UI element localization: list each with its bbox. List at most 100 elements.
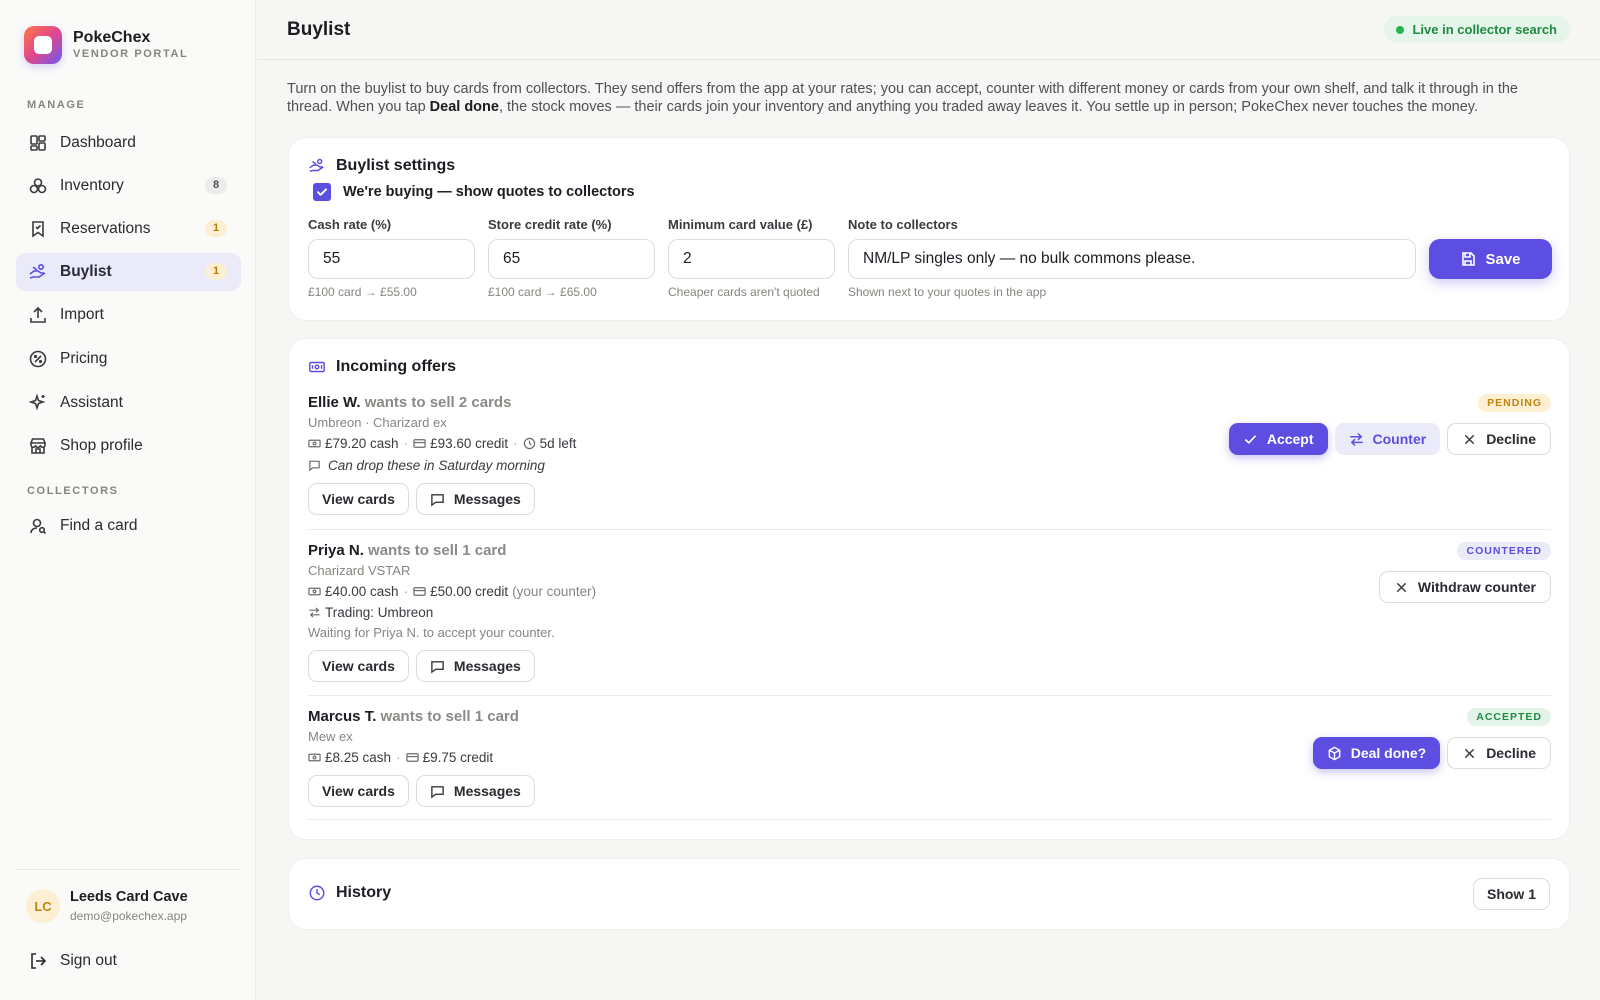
reservations-count-badge: 1 bbox=[205, 220, 227, 237]
brand-subtitle: VENDOR PORTAL bbox=[73, 48, 189, 60]
user-name: Leeds Card Cave bbox=[70, 889, 188, 905]
offer-money: £40.00 cash · £50.00 credit (your counte… bbox=[308, 583, 1551, 600]
save-button[interactable]: Save bbox=[1429, 239, 1552, 279]
user-account[interactable]: LC Leeds Card Cave demo@pokechex.app bbox=[26, 889, 188, 923]
offer-time-left: 5d left bbox=[539, 436, 577, 451]
sidebar-item-dashboard[interactable]: Dashboard bbox=[16, 124, 241, 162]
decline-button[interactable]: Decline bbox=[1447, 737, 1551, 769]
sidebar-item-buylist[interactable]: Buylist 1 bbox=[16, 253, 241, 291]
avatar: LC bbox=[26, 889, 60, 923]
message-icon bbox=[431, 493, 444, 507]
withdraw-counter-button[interactable]: Withdraw counter bbox=[1378, 571, 1551, 603]
sidebar-item-reservations[interactable]: Reservations 1 bbox=[16, 210, 241, 248]
nav-section-manage: MANAGE bbox=[27, 99, 86, 111]
settings-title: Buylist settings bbox=[336, 157, 456, 174]
user-email: demo@pokechex.app bbox=[70, 909, 187, 923]
field-help: Shown next to your quotes in the app bbox=[848, 285, 1047, 299]
sidebar-item-label: Dashboard bbox=[60, 134, 136, 151]
withdraw-label: Withdraw counter bbox=[1417, 579, 1536, 595]
buylist-count-badge: 1 bbox=[205, 263, 227, 280]
offer-item: Priya N. wants to sell 1 card Charizard … bbox=[308, 542, 1551, 682]
field-label: Cash rate (%) bbox=[308, 217, 392, 232]
note-input[interactable] bbox=[848, 239, 1416, 279]
waiting-text: Waiting for Priya N. to accept your coun… bbox=[308, 625, 555, 640]
counter-button[interactable]: Counter bbox=[1334, 423, 1441, 455]
offer-trading: Trading: Umbreon bbox=[308, 604, 1551, 621]
view-cards-button[interactable]: View cards bbox=[308, 483, 409, 515]
sidebar-item-label: Pricing bbox=[60, 350, 108, 367]
credit-card-icon bbox=[405, 753, 419, 762]
offer-credit: £93.60 credit bbox=[430, 436, 509, 451]
close-icon bbox=[1396, 582, 1406, 592]
cash-rate-input[interactable] bbox=[308, 239, 475, 279]
offer-actions: Accept Counter Decline bbox=[1222, 423, 1551, 455]
accept-button[interactable]: Accept bbox=[1228, 423, 1328, 455]
seller-name: Marcus T. bbox=[308, 708, 377, 725]
credit-card-icon bbox=[413, 587, 426, 596]
deal-done-label: Deal done? bbox=[1350, 745, 1427, 761]
offers-title: Incoming offers bbox=[336, 358, 457, 375]
decline-label: Decline bbox=[1486, 431, 1536, 447]
sidebar-item-label: Import bbox=[60, 306, 104, 323]
buylist-settings-card: Buylist settings We're buying — show quo… bbox=[288, 137, 1570, 321]
offer-title: Ellie W. wants to sell 2 cards bbox=[308, 394, 1551, 412]
status-badge: COUNTERED bbox=[1457, 542, 1551, 560]
min-value-input[interactable] bbox=[668, 239, 835, 279]
nav-section-collectors: COLLECTORS bbox=[27, 485, 119, 497]
view-cards-button[interactable]: View cards bbox=[308, 650, 409, 682]
buying-checkbox[interactable] bbox=[313, 183, 331, 201]
buying-label: We're buying — show quotes to collectors bbox=[343, 184, 635, 200]
offer-action: wants to sell 2 cards bbox=[364, 394, 512, 411]
field-label: Note to collectors bbox=[848, 217, 958, 232]
upload-icon bbox=[30, 306, 46, 323]
brand[interactable]: PokeChex VENDOR PORTAL bbox=[24, 26, 188, 64]
show-history-button[interactable]: Show 1 bbox=[1472, 878, 1550, 910]
field-label: Minimum card value (£) bbox=[668, 217, 813, 232]
messages-label: Messages bbox=[453, 783, 521, 799]
view-cards-button[interactable]: View cards bbox=[308, 775, 409, 807]
offer-action: wants to sell 1 card bbox=[368, 542, 507, 559]
note-field: Note to collectors Shown next to your qu… bbox=[848, 217, 1416, 299]
status-badge: Live in collector search bbox=[1384, 16, 1570, 43]
field-help: Cheaper cards aren't quoted bbox=[668, 285, 820, 299]
sign-out-icon bbox=[31, 953, 47, 969]
sparkles-icon bbox=[28, 393, 46, 411]
offer-divider bbox=[308, 819, 1551, 820]
swap-arrows-icon bbox=[1349, 432, 1363, 446]
deal-done-button[interactable]: Deal done? bbox=[1312, 737, 1441, 769]
offer-cards: Charizard VSTAR bbox=[308, 563, 411, 578]
messages-label: Messages bbox=[453, 658, 521, 674]
hand-coins-icon bbox=[29, 263, 46, 279]
sign-out-button[interactable]: Sign out bbox=[28, 951, 117, 971]
credit-card-icon bbox=[413, 439, 426, 448]
sidebar-item-label: Shop profile bbox=[60, 437, 143, 454]
message-icon bbox=[431, 785, 444, 799]
decline-label: Decline bbox=[1486, 745, 1536, 761]
offer-cash: £79.20 cash bbox=[325, 436, 399, 451]
hand-coins-icon bbox=[309, 158, 324, 173]
credit-rate-input[interactable] bbox=[488, 239, 655, 279]
messages-button[interactable]: Messages bbox=[415, 483, 535, 515]
buying-toggle[interactable]: We're buying — show quotes to collectors bbox=[313, 183, 635, 201]
decline-button[interactable]: Decline bbox=[1447, 423, 1551, 455]
offer-item: Marcus T. wants to sell 1 card Mew ex £8… bbox=[308, 708, 1551, 808]
sidebar-item-shop-profile[interactable]: Shop profile bbox=[16, 427, 241, 465]
sidebar-item-find-a-card[interactable]: Find a card bbox=[16, 507, 241, 545]
swap-arrows-icon bbox=[309, 607, 320, 618]
cash-icon bbox=[309, 361, 325, 373]
messages-button[interactable]: Messages bbox=[415, 650, 535, 682]
cash-rate-field: Cash rate (%) £100 card → £55.00 bbox=[308, 217, 475, 299]
top-bar: Buylist Live in collector search bbox=[257, 0, 1600, 60]
sidebar-item-pricing[interactable]: Pricing bbox=[16, 340, 241, 378]
intro-text: Turn on the buylist to buy cards from co… bbox=[287, 81, 1518, 115]
sidebar-divider bbox=[16, 869, 241, 870]
offer-credit: £50.00 credit bbox=[430, 584, 509, 599]
page-title: Buylist bbox=[287, 19, 351, 40]
user-search-icon bbox=[30, 518, 47, 535]
sidebar-item-import[interactable]: Import bbox=[16, 296, 241, 334]
offer-credit: £9.75 credit bbox=[422, 750, 494, 765]
offer-note-text: Can drop these in Saturday morning bbox=[328, 458, 545, 473]
sidebar-item-inventory[interactable]: Inventory 8 bbox=[16, 167, 241, 205]
sidebar-item-assistant[interactable]: Assistant bbox=[16, 384, 241, 422]
messages-button[interactable]: Messages bbox=[415, 775, 535, 807]
